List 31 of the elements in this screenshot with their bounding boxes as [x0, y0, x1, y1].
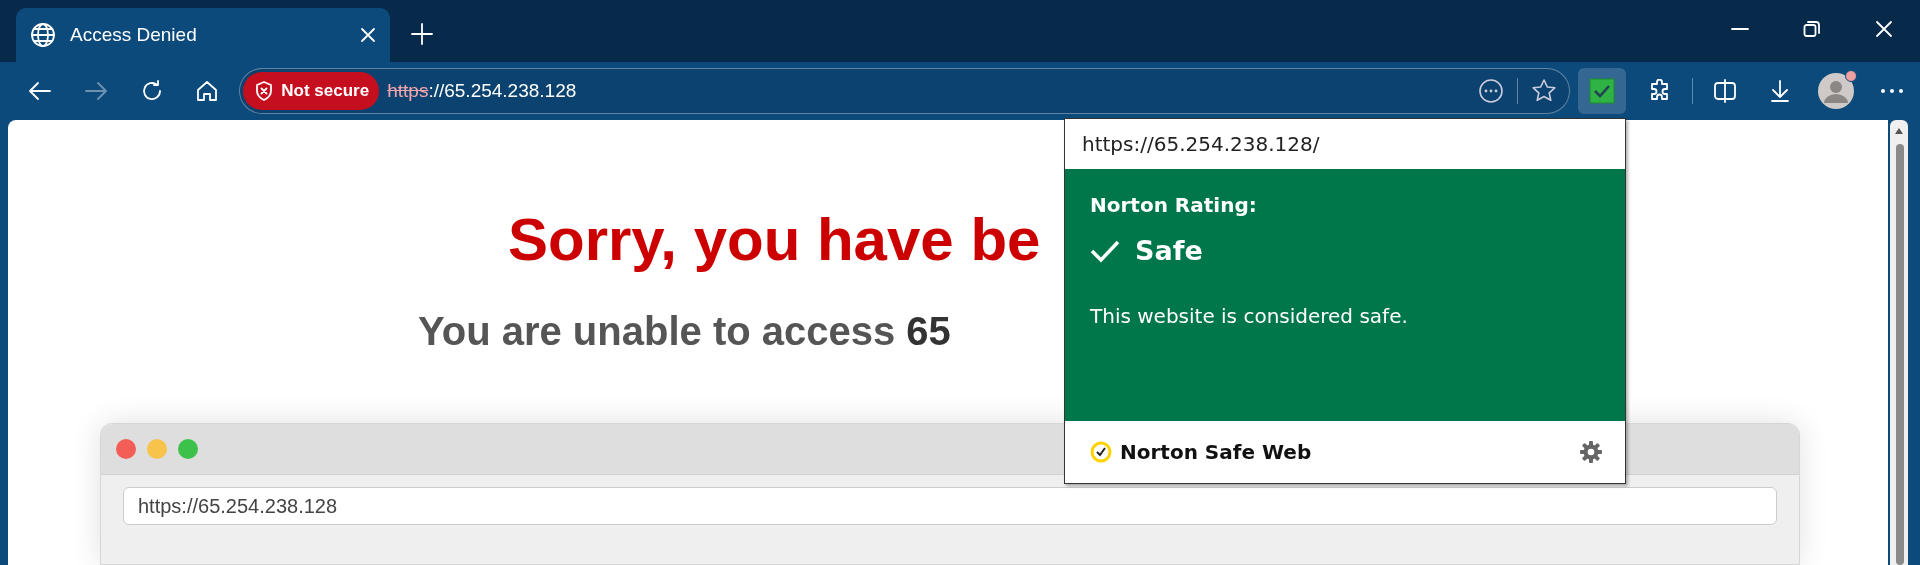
- minimize-icon[interactable]: [1731, 27, 1749, 31]
- checkbox-icon: [1589, 78, 1615, 104]
- popup-url: https://65.254.238.128/: [1081, 131, 1321, 158]
- norton-check-icon: [1090, 441, 1112, 463]
- window-dot: [116, 439, 136, 459]
- security-badge[interactable]: Not secure: [243, 72, 380, 110]
- url-text: https://65.254.238.128: [387, 80, 578, 102]
- window-dot: [178, 439, 198, 459]
- window-dot: [147, 439, 167, 459]
- address-bar[interactable]: Not secure https://65.254.238.128: [239, 68, 1571, 114]
- plus-icon: [410, 22, 434, 46]
- checkmark-icon: [1090, 238, 1120, 263]
- rating-message: This website is considered safe.: [1090, 304, 1409, 328]
- restore-icon[interactable]: [1803, 20, 1821, 38]
- shield-icon: [255, 81, 274, 101]
- reload-icon[interactable]: [140, 80, 163, 102]
- back-arrow-icon[interactable]: [27, 81, 52, 101]
- close-icon[interactable]: [1875, 20, 1893, 38]
- scroll-up-arrow-icon[interactable]: [1895, 128, 1903, 134]
- rating-value: Safe: [1135, 235, 1203, 266]
- close-icon[interactable]: [360, 27, 376, 43]
- product-name: Norton Safe Web: [1120, 440, 1313, 464]
- rating-label: Norton Rating:: [1090, 193, 1258, 217]
- url-field: https://65.254.238.128: [123, 487, 1777, 525]
- globe-icon: [30, 22, 56, 48]
- home-icon[interactable]: [196, 80, 219, 102]
- page-subheading: You are unable to access 65: [418, 309, 951, 354]
- browser-tab[interactable]: Access Denied: [16, 8, 390, 62]
- scrollbar[interactable]: [1890, 120, 1908, 565]
- page-heading: Sorry, you have be: [508, 205, 1041, 274]
- norton-extension-button[interactable]: [1578, 68, 1626, 114]
